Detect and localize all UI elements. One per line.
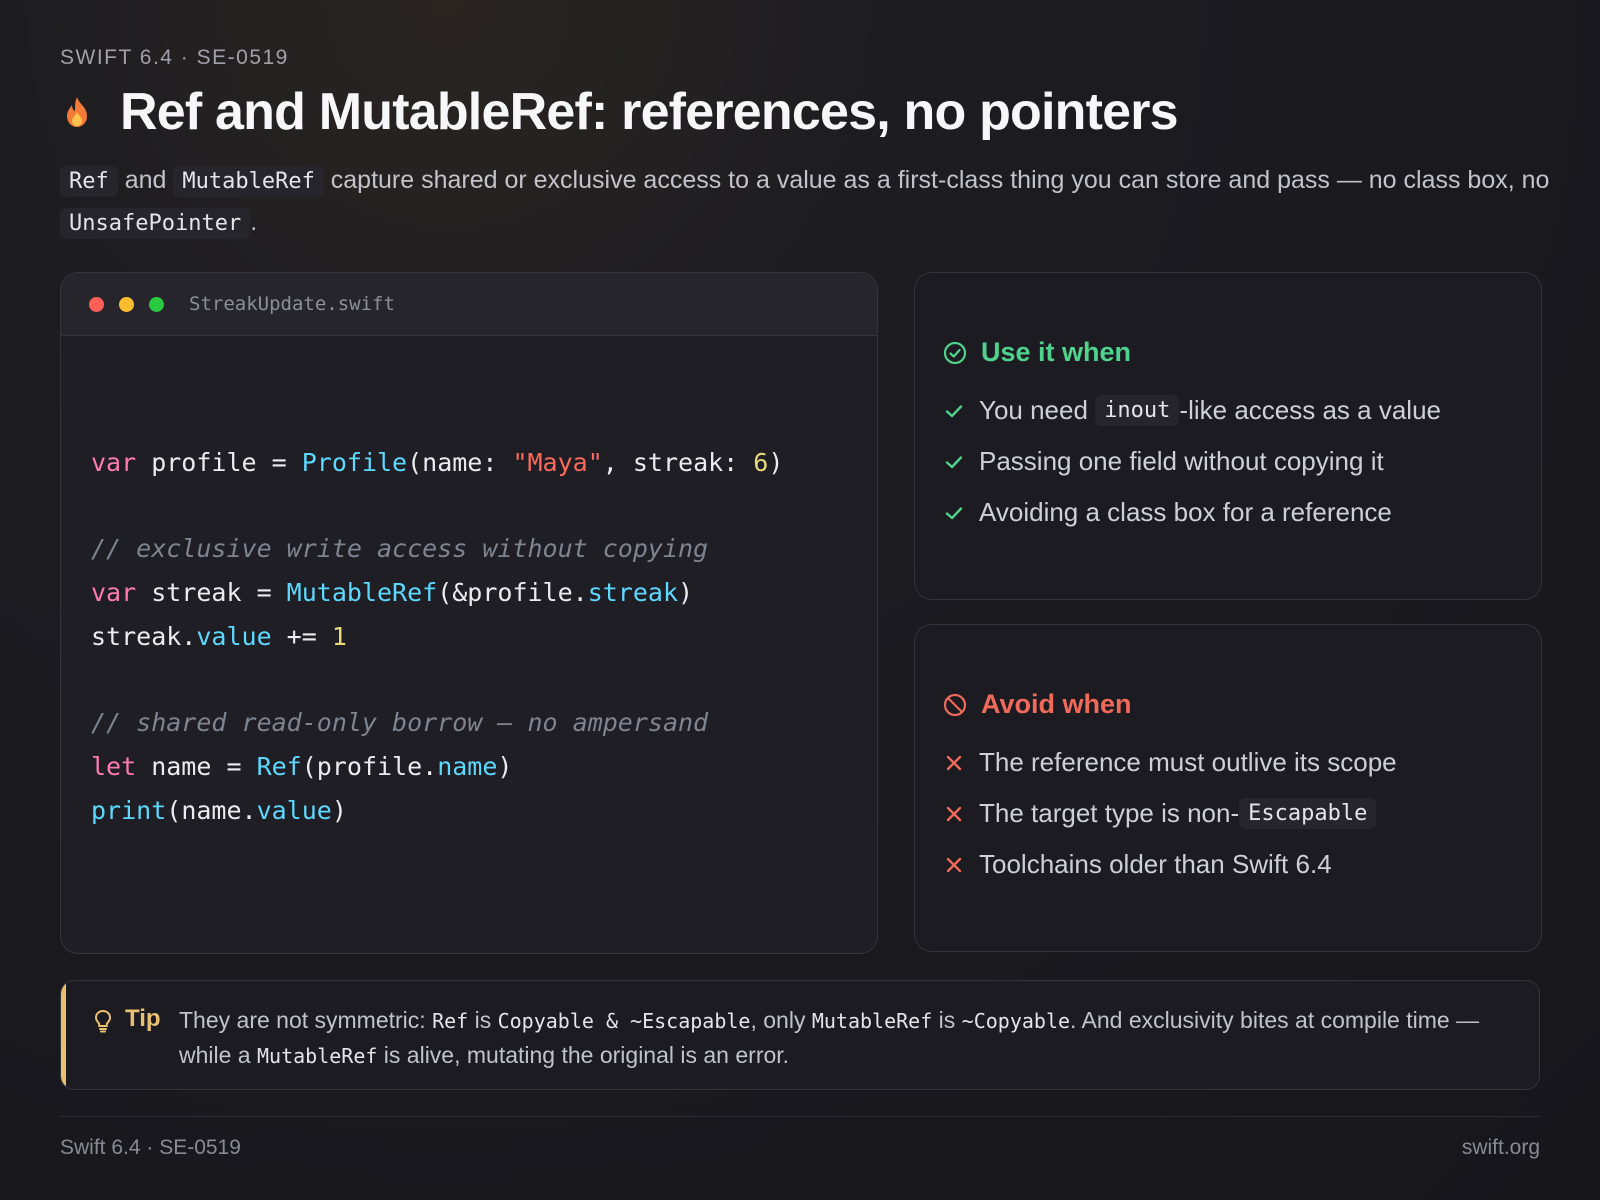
code-line: streak.value += 1 (91, 622, 347, 651)
code-body: var profile = Profile(name: "Maya", stre… (91, 441, 783, 833)
use-when-heading-text: Use it when (981, 337, 1132, 367)
cross-icon (946, 806, 962, 821)
code-line: var profile = Profile(name: "Maya", stre… (91, 448, 784, 477)
code-comment: // shared read-only borrow — no ampersan… (91, 708, 709, 737)
use-when-card: Use it when You need inout -like access a… (914, 272, 1542, 600)
use-when-heading: Use it when (943, 337, 1521, 368)
code-chip-inout: inout (1095, 395, 1180, 426)
check-circle-icon (943, 341, 967, 364)
list-item-text: -like access as a value (1179, 395, 1441, 425)
lede-text: . (250, 208, 258, 236)
tip-text: They are not symmetric: Ref is Copyable … (179, 1007, 1480, 1068)
code-chip-mutableref: MutableRef (173, 166, 324, 197)
tip-accent-bar (61, 981, 66, 1089)
list-item: Toolchains older than Swift 6.4 (943, 839, 1521, 890)
eyebrow: SWIFT 6.4 · SE-0519 (60, 46, 289, 69)
check-icon (945, 455, 963, 468)
list-item-text: Avoiding a class box for a reference (979, 497, 1392, 527)
close-dot[interactable] (89, 296, 104, 312)
avoid-when-heading: Avoid when (943, 689, 1521, 720)
lede-text: capture shared or exclusive access to a … (323, 166, 1550, 194)
cross-icon (946, 755, 962, 770)
footer-link[interactable]: swift.org (1462, 1136, 1540, 1160)
code-line: let name = Ref(profile.name) (91, 752, 513, 781)
code-comment: // exclusive write access without copyin… (91, 534, 709, 563)
footer-left: Swift 6.4 · SE-0519 (60, 1136, 241, 1159)
code-line: var streak = MutableRef(&profile.streak) (91, 578, 694, 607)
list-item-text: You need (979, 395, 1088, 425)
check-icon (945, 506, 963, 519)
page-title: Ref and MutableRef: references, no point… (60, 82, 1179, 142)
prohibited-icon (943, 693, 967, 716)
code-chip-ref: Ref (60, 166, 118, 197)
page-title-text: Ref and MutableRef: references, no point… (120, 83, 1179, 141)
code-chip-unsafepointer: UnsafePointer (60, 208, 251, 239)
code-window: StreakUpdate.swift var profile = Profile… (60, 272, 878, 954)
check-icon (945, 404, 963, 417)
lightbulb-icon (94, 1009, 112, 1033)
list-item: Avoiding a class box for a reference (943, 487, 1521, 538)
lede-text: and (117, 166, 174, 194)
list-item: The reference must outlive its scope (943, 737, 1521, 788)
list-item: Passing one field without copying it (943, 436, 1521, 487)
avoid-when-heading-text: Avoid when (981, 689, 1132, 719)
list-item-text: Toolchains older than Swift 6.4 (979, 849, 1332, 879)
code-filename: StreakUpdate.swift (189, 293, 395, 315)
flame-icon (67, 97, 87, 127)
minimize-dot[interactable] (119, 296, 134, 312)
list-item-text: Passing one field without copying it (979, 446, 1384, 476)
maximize-dot[interactable] (149, 296, 164, 312)
cross-icon (946, 857, 962, 872)
tip-label: Tip (125, 1005, 161, 1032)
code-chip-escapable: Escapable (1239, 798, 1377, 829)
list-item-text: The target type is non- (979, 798, 1240, 828)
list-item: The target type is non- Escapable (943, 788, 1521, 839)
code-line: print(name.value) (91, 796, 347, 825)
avoid-when-card: Avoid when The reference must outlive it… (914, 624, 1542, 952)
list-item-text: The reference must outlive its scope (979, 747, 1397, 777)
footer-divider (60, 1116, 1540, 1117)
tip-callout: Tip They are not symmetric: Ref is Copya… (60, 980, 1540, 1090)
lede: Ref and MutableRef capture shared or exc… (60, 160, 1550, 244)
list-item: You need inout -like access as a value (943, 385, 1521, 436)
code-window-header: StreakUpdate.swift (61, 273, 877, 336)
